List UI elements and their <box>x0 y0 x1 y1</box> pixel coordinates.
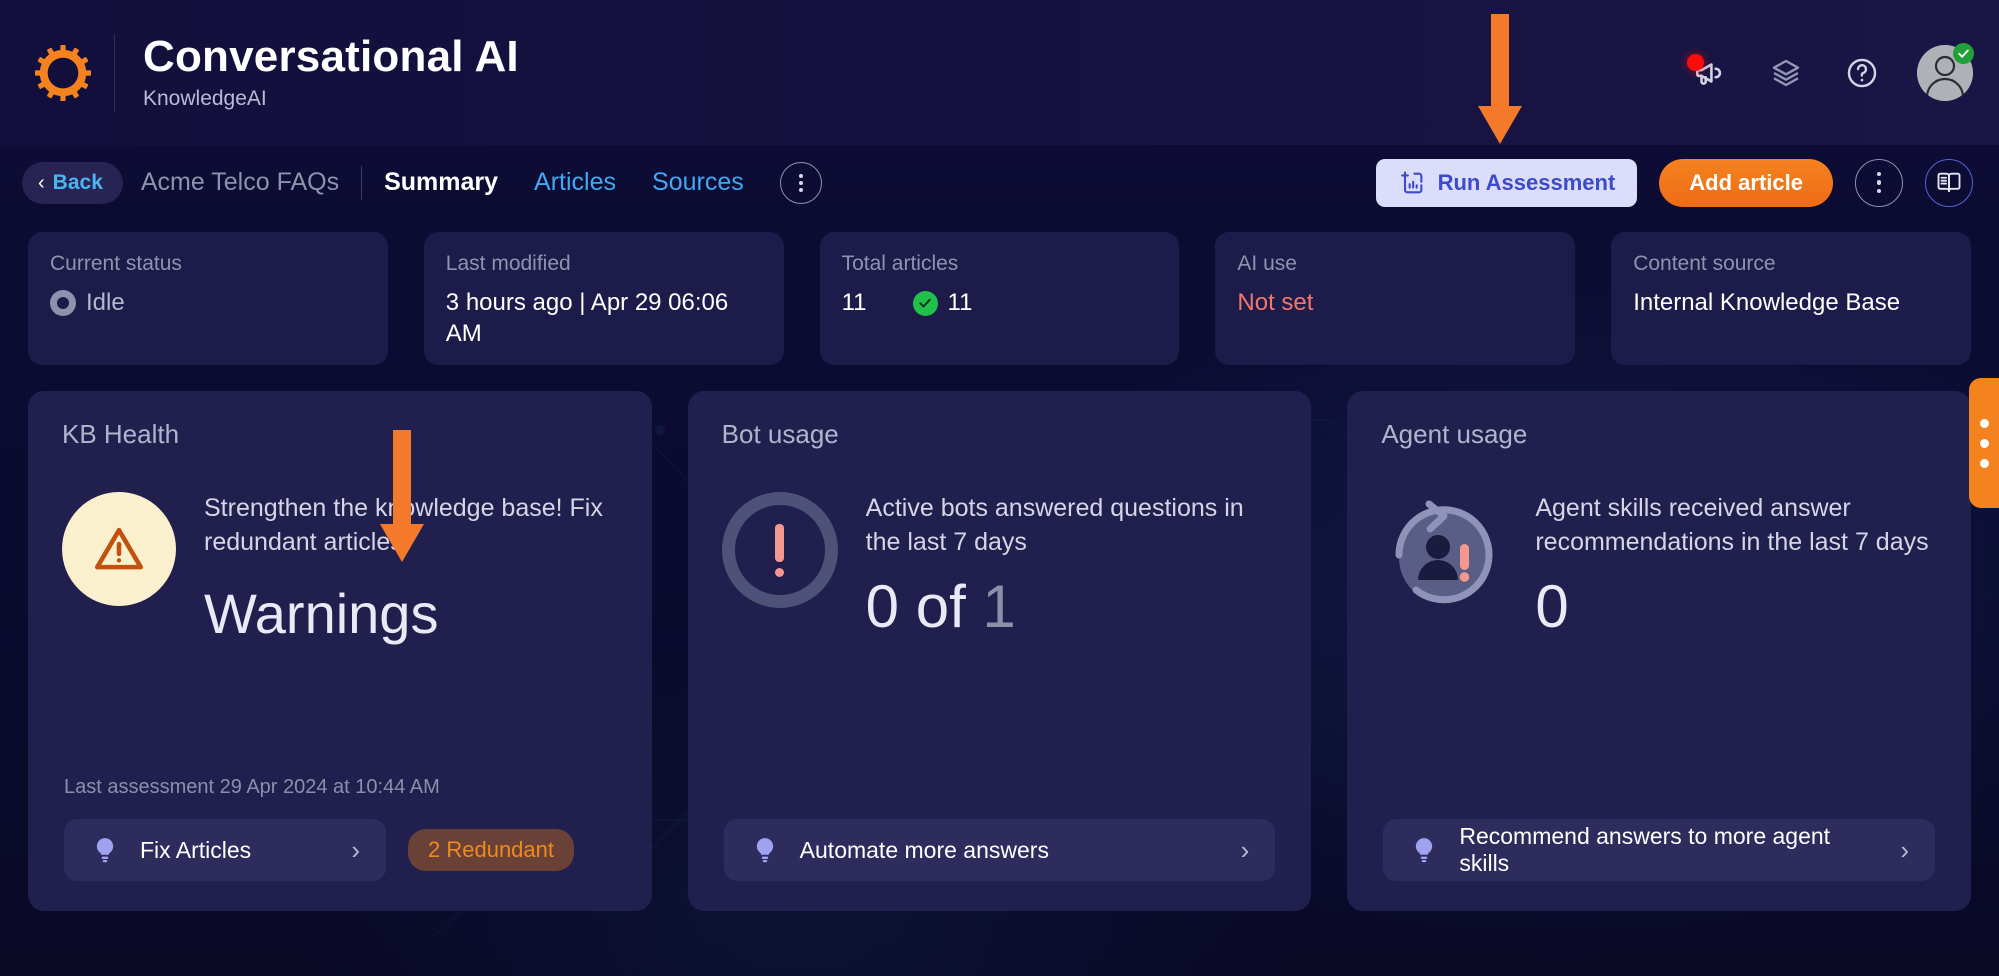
redundant-badge: 2 Redundant <box>408 829 574 872</box>
side-panel-handle[interactable] <box>1969 378 1999 508</box>
bot-usage-value: 0 of <box>865 572 966 640</box>
back-button-label: Back <box>52 170 103 194</box>
lightbulb-icon <box>1416 838 1433 863</box>
header-titles: Conversational AI KnowledgeAI <box>143 34 519 110</box>
chevron-right-icon: › <box>1900 834 1910 865</box>
exclamation-circle-icon <box>721 492 838 609</box>
back-button[interactable]: ‹ Back <box>22 161 123 204</box>
kb-health-status-value: Warnings <box>204 581 439 645</box>
bot-usage-total: 1 <box>982 572 1016 640</box>
knowledge-book-icon[interactable] <box>1925 158 1973 207</box>
recommend-answers-label: Recommend answers to more agent skills <box>1459 822 1831 877</box>
breadcrumb-kb-name: Acme Telco FAQs <box>140 168 340 196</box>
stat-card-current-status: Current status Idle <box>28 232 388 366</box>
card-body: Agent skills received answer recommendat… <box>1381 484 1937 638</box>
last-assessment-text: Last assessment 29 Apr 2024 at 10:44 AM <box>64 776 440 799</box>
stat-value: Internal Knowledge Base <box>1633 289 1901 316</box>
card-title: Bot usage <box>721 419 839 450</box>
app-logo <box>22 44 104 101</box>
stat-label: Current status <box>50 252 182 275</box>
announcements-icon[interactable] <box>1687 52 1731 94</box>
idle-spinner-icon <box>50 290 76 317</box>
chevron-left-icon: ‹ <box>38 171 45 194</box>
tabs-overflow-more-vertical-icon[interactable] <box>779 161 822 204</box>
card-actions: Automate more answers › <box>723 819 1276 882</box>
card-actions: Fix Articles › 2 Redundant <box>64 819 616 882</box>
stat-value-wrap: Idle <box>50 288 366 319</box>
usage-cards-row: KB Health Strengthen the knowledge base!… <box>0 365 1999 912</box>
run-assessment-label: Run Assessment <box>1437 169 1616 195</box>
stat-label: Total articles <box>841 252 959 275</box>
sub-navigation: ‹ Back Acme Telco FAQs Summary Articles … <box>0 145 1999 220</box>
lightbulb-icon <box>756 838 773 863</box>
nav-divider <box>361 165 363 200</box>
stat-value: 3 hours ago | Apr 29 06:06 AM <box>445 289 729 347</box>
chevron-right-icon: › <box>1240 834 1250 865</box>
layers-icon[interactable] <box>1765 52 1807 94</box>
stat-label: Content source <box>1633 252 1776 275</box>
card-description: Active bots answered questions in the la… <box>865 494 1244 556</box>
subnav-more-vertical-icon[interactable] <box>1855 158 1903 207</box>
header-divider <box>114 33 115 112</box>
agent-usage-value: 0 <box>1535 572 1569 640</box>
card-actions: Recommend answers to more agent skills › <box>1383 819 1936 882</box>
stat-card-content-source: Content source Internal Knowledge Base <box>1611 232 1971 366</box>
automate-more-answers-button[interactable]: Automate more answers › <box>723 819 1276 882</box>
stat-card-ai-use: AI use Not set <box>1215 232 1576 366</box>
agent-refresh-icon <box>1381 492 1507 618</box>
stat-value: Not set <box>1237 289 1314 316</box>
card-title: Agent usage <box>1381 419 1528 450</box>
stat-label: AI use <box>1237 252 1297 275</box>
card-text: Strengthen the knowledge base! Fix redun… <box>204 492 618 646</box>
green-check-icon <box>912 290 938 316</box>
card-body: Strengthen the knowledge base! Fix redun… <box>62 484 618 646</box>
lightbulb-icon <box>96 838 114 863</box>
card-kb-health: KB Health Strengthen the knowledge base!… <box>28 391 652 912</box>
stat-secondary-value: 11 <box>947 289 973 316</box>
stat-value: 11 <box>841 289 867 316</box>
card-text: Agent skills received answer recommendat… <box>1535 492 1937 638</box>
warning-triangle-icon <box>62 492 176 607</box>
fix-articles-button[interactable]: Fix Articles › <box>64 819 386 882</box>
stat-value-wrap: 11 11 <box>842 288 1158 319</box>
page-subtitle: KnowledgeAI <box>143 86 267 110</box>
help-icon[interactable] <box>1841 52 1883 94</box>
stat-value: Idle <box>86 289 125 316</box>
card-text: Active bots answered questions in the la… <box>866 492 1278 638</box>
card-description: Agent skills received answer recommendat… <box>1535 494 1929 556</box>
card-description: Strengthen the knowledge base! Fix redun… <box>204 494 603 556</box>
tab-sources[interactable]: Sources <box>652 168 744 197</box>
add-article-button[interactable]: Add article <box>1659 158 1833 207</box>
run-assessment-button[interactable]: Run Assessment <box>1375 158 1638 207</box>
recommend-answers-button[interactable]: Recommend answers to more agent skills › <box>1383 819 1936 882</box>
card-body: Active bots answered questions in the la… <box>721 484 1278 638</box>
online-status-badge <box>1953 42 1974 64</box>
stat-card-total-articles: Total articles 11 11 <box>819 232 1180 366</box>
header-actions <box>1687 0 1974 145</box>
stat-label: Last modified <box>445 252 571 275</box>
app-header: Conversational AI KnowledgeAI <box>0 0 1999 145</box>
bot-usage-value-wrap: 0 of 1 <box>866 575 1278 638</box>
assessment-chart-icon <box>1400 170 1422 193</box>
tab-articles[interactable]: Articles <box>534 168 616 197</box>
chevron-right-icon: › <box>351 834 360 865</box>
page-title: Conversational AI <box>143 32 519 82</box>
avatar[interactable] <box>1917 42 1974 101</box>
stat-card-last-modified: Last modified 3 hours ago | Apr 29 06:06… <box>423 232 784 366</box>
summary-stats-row: Current status Idle Last modified 3 hour… <box>0 220 1999 366</box>
notification-badge <box>1687 53 1704 71</box>
app-root: Conversational AI KnowledgeAI ‹ Back Acm… <box>0 0 1999 976</box>
fix-articles-label: Fix Articles <box>140 836 252 863</box>
card-agent-usage: Agent usage Agent skills received answer… <box>1347 391 1972 912</box>
automate-more-answers-label: Automate more answers <box>799 836 1049 863</box>
subnav-actions: Run Assessment Add article <box>1375 145 1973 220</box>
card-bot-usage: Bot usage Active bots answered questions… <box>687 391 1312 912</box>
tab-summary[interactable]: Summary <box>384 168 498 197</box>
card-title: KB Health <box>62 419 180 450</box>
gear-icon <box>35 44 91 101</box>
